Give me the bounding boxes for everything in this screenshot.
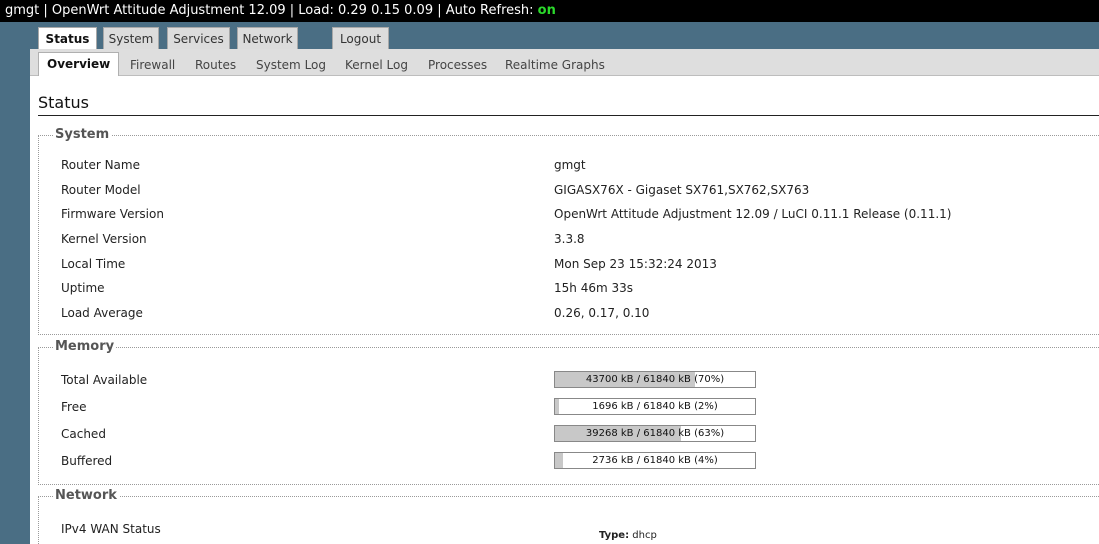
page-title: Status (38, 93, 89, 112)
auto-refresh-toggle[interactable]: on (538, 3, 556, 18)
router-name-value: gmgt (554, 158, 586, 172)
subtab-firewall[interactable]: Firewall (130, 52, 175, 76)
local-time-value: Mon Sep 23 15:32:24 2013 (554, 257, 717, 271)
free-bar: 1696 kB / 61840 kB (2%) (554, 398, 756, 415)
system-row-label: Router Model (61, 183, 141, 197)
title-divider (38, 115, 1099, 116)
system-legend: System (53, 127, 112, 142)
network-legend: Network (53, 488, 119, 503)
kernel-version-value: 3.3.8 (554, 232, 585, 246)
memory-row-label: Total Available (61, 373, 148, 387)
system-row-label: Router Name (61, 158, 140, 172)
tab-services[interactable]: Services (167, 27, 230, 49)
tab-logout[interactable]: Logout (332, 27, 389, 49)
content-panel: Overview Firewall Routes System Log Kern… (30, 49, 1099, 544)
firmware-version-value: OpenWrt Attitude Adjustment 12.09 / LuCI… (554, 207, 952, 221)
wan-type-label: Type: (599, 530, 630, 541)
tab-network[interactable]: Network (237, 27, 298, 49)
tab-system[interactable]: System (103, 27, 159, 49)
load-average-value: 0.26, 0.17, 0.10 (554, 306, 650, 320)
system-row-label: Uptime (61, 281, 105, 295)
wan-status-label: IPv4 WAN Status (61, 522, 161, 536)
bar-text: 39268 kB / 61840 kB (63%) (585, 428, 725, 439)
cached-bar: 39268 kB / 61840 kB (63%) (554, 425, 756, 442)
system-row-label: Firmware Version (61, 207, 164, 221)
router-model-value: GIGASX76X - Gigaset SX761,SX762,SX763 (554, 183, 810, 197)
tab-status[interactable]: Status (38, 27, 97, 50)
bar-text: 2736 kB / 61840 kB (4%) (592, 455, 718, 466)
memory-row-label: Cached (61, 427, 106, 441)
memory-section: Memory Total Available 43700 kB / 61840 … (38, 339, 1099, 485)
subtab-routes[interactable]: Routes (195, 52, 236, 76)
subtab-realtime-graphs[interactable]: Realtime Graphs (505, 52, 605, 76)
bar-text: 43700 kB / 61840 kB (70%) (585, 374, 725, 385)
system-row-label: Load Average (61, 306, 143, 320)
network-section: Network IPv4 WAN Status Type: dhcp (38, 488, 1099, 544)
system-row-label: Kernel Version (61, 232, 147, 246)
memory-row-label: Buffered (61, 454, 113, 468)
memory-legend: Memory (53, 339, 117, 354)
subtab-overview[interactable]: Overview (38, 52, 120, 76)
top-status-text: gmgt | OpenWrt Attitude Adjustment 12.09… (5, 3, 538, 18)
buffered-bar: 2736 kB / 61840 kB (4%) (554, 452, 756, 469)
sub-tab-bar: Overview Firewall Routes System Log Kern… (30, 49, 1099, 76)
uptime-value: 15h 46m 33s (554, 281, 633, 295)
wan-type-value: dhcp (632, 530, 657, 541)
top-status-bar: gmgt | OpenWrt Attitude Adjustment 12.09… (0, 0, 1099, 22)
wan-type: Type: dhcp (599, 530, 657, 541)
memory-row-label: Free (61, 400, 87, 414)
subtab-system-log[interactable]: System Log (256, 52, 326, 76)
system-row-label: Local Time (61, 257, 126, 271)
system-section: System Router Name gmgt Router Model GIG… (38, 127, 1099, 335)
total-available-bar: 43700 kB / 61840 kB (70%) (554, 371, 756, 388)
subtab-kernel-log[interactable]: Kernel Log (345, 52, 408, 76)
subtab-processes[interactable]: Processes (428, 52, 487, 76)
bar-text: 1696 kB / 61840 kB (2%) (592, 401, 718, 412)
